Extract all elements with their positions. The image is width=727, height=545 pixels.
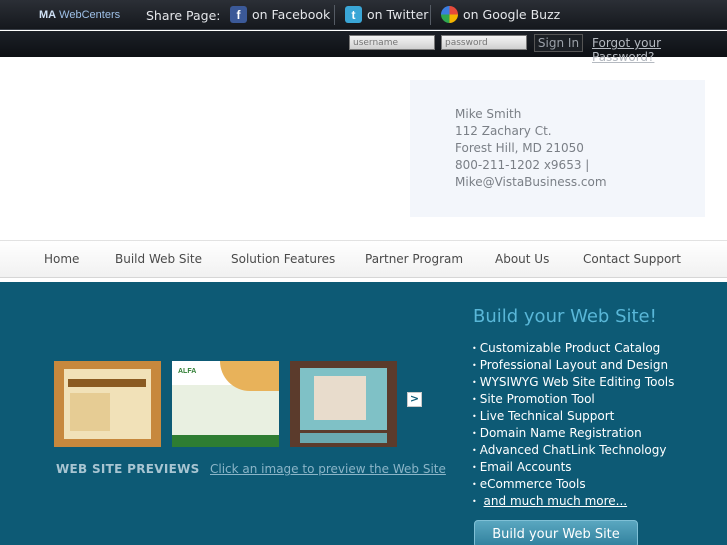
feature-item: Email Accounts <box>472 459 674 476</box>
preview-thumbnail-1[interactable] <box>54 361 161 447</box>
nav-solution-features[interactable]: Solution Features <box>231 252 335 266</box>
build-title: Build your Web Site! <box>473 306 657 327</box>
share-twitter-link[interactable]: t on Twitter <box>345 6 428 23</box>
contact-info-box: Mike Smith 112 Zachary Ct. Forest Hill, … <box>410 80 705 217</box>
build-web-site-button[interactable]: Build your Web Site <box>474 520 638 545</box>
main-section: ALFA > WEB SITE PREVIEWS Click an image … <box>0 282 727 545</box>
share-google-buzz-label: on Google Buzz <box>463 7 561 22</box>
feature-item: Domain Name Registration <box>472 425 674 442</box>
forgot-password-link[interactable]: Forgot your Password? <box>592 36 727 64</box>
share-label: Share Page: <box>146 8 221 23</box>
feature-item: Live Technical Support <box>472 408 674 425</box>
sign-in-button[interactable]: Sign In <box>534 34 583 52</box>
main-nav: Home Build Web Site Solution Features Pa… <box>0 240 727 278</box>
share-bar: MA WebCenters Share Page: f on Facebook … <box>0 0 727 30</box>
nav-contact-support[interactable]: Contact Support <box>583 252 681 266</box>
brand-prefix: MA <box>39 9 57 21</box>
feature-more-item: and much much more... <box>472 493 674 510</box>
facebook-icon: f <box>230 6 247 23</box>
contact-email: Mike@VistaBusiness.com <box>455 175 607 189</box>
divider <box>334 5 335 25</box>
brand-logo[interactable]: MA WebCenters <box>39 9 120 21</box>
twitter-icon: t <box>345 6 362 23</box>
share-facebook-link[interactable]: f on Facebook <box>230 6 330 23</box>
nav-partner-program[interactable]: Partner Program <box>365 252 463 266</box>
nav-home[interactable]: Home <box>44 252 79 266</box>
preview-instructions-link[interactable]: Click an image to preview the Web Site <box>210 462 446 476</box>
next-arrow-icon[interactable]: > <box>407 392 422 407</box>
contact-lines: Mike Smith 112 Zachary Ct. Forest Hill, … <box>455 106 607 191</box>
brand-name: WebCenters <box>59 9 121 21</box>
nav-about-us[interactable]: About Us <box>495 252 549 266</box>
divider <box>430 5 431 25</box>
feature-item: Site Promotion Tool <box>472 391 674 408</box>
nav-build-web-site[interactable]: Build Web Site <box>115 252 202 266</box>
feature-item: Advanced ChatLink Technology <box>472 442 674 459</box>
preview-thumbnail-2[interactable]: ALFA <box>172 361 279 447</box>
username-input[interactable] <box>349 35 435 50</box>
google-buzz-icon <box>441 6 458 23</box>
thumbnail-logo: ALFA <box>178 368 197 375</box>
preview-thumbnail-3[interactable] <box>290 361 397 447</box>
password-input[interactable] <box>441 35 527 50</box>
contact-city: Forest Hill, MD 21050 <box>455 141 584 155</box>
login-bar: Sign In Forgot your Password? <box>0 31 727 64</box>
contact-name: Mike Smith <box>455 107 522 121</box>
feature-item: WYSIWYG Web Site Editing Tools <box>472 374 675 391</box>
contact-phone: 800-211-1202 x9653 | <box>455 158 590 172</box>
more-features-link[interactable]: and much much more... <box>484 494 628 508</box>
share-facebook-label: on Facebook <box>252 7 331 22</box>
previews-title: WEB SITE PREVIEWS <box>56 462 200 476</box>
feature-item: Customizable Product Catalog <box>472 340 674 357</box>
feature-list: Customizable Product Catalog Professiona… <box>472 340 675 510</box>
feature-item: eCommerce Tools <box>472 476 674 493</box>
thumbnail-page <box>64 369 151 439</box>
share-google-buzz-link[interactable]: on Google Buzz <box>441 6 560 23</box>
contact-street: 112 Zachary Ct. <box>455 124 552 138</box>
share-twitter-label: on Twitter <box>367 7 429 22</box>
feature-item: Professional Layout and Design <box>472 357 674 374</box>
